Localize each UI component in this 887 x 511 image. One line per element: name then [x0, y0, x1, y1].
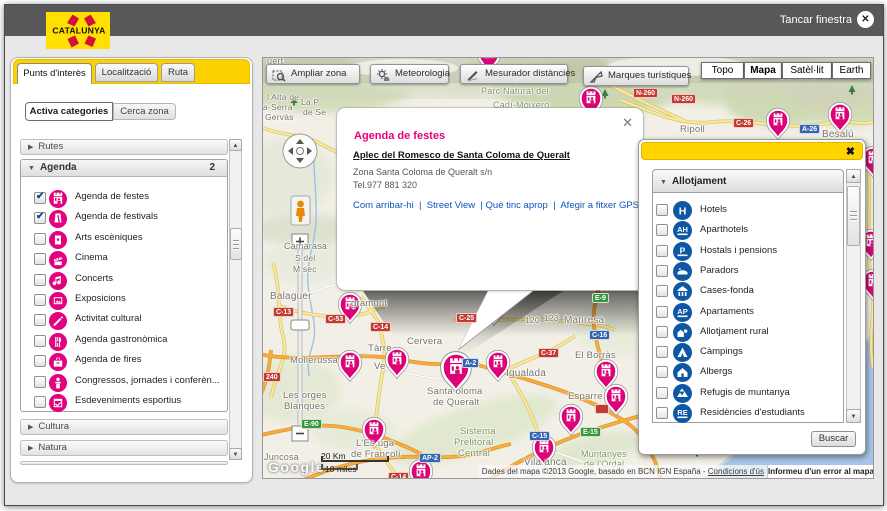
svg-text:AH: AH [677, 225, 688, 234]
svg-text:H: H [679, 206, 687, 218]
svg-text:P: P [680, 246, 686, 256]
svg-text:RE: RE [677, 408, 687, 417]
svg-text:AP: AP [677, 307, 687, 316]
svg-text:CATALUNYA: CATALUNYA [52, 26, 105, 36]
